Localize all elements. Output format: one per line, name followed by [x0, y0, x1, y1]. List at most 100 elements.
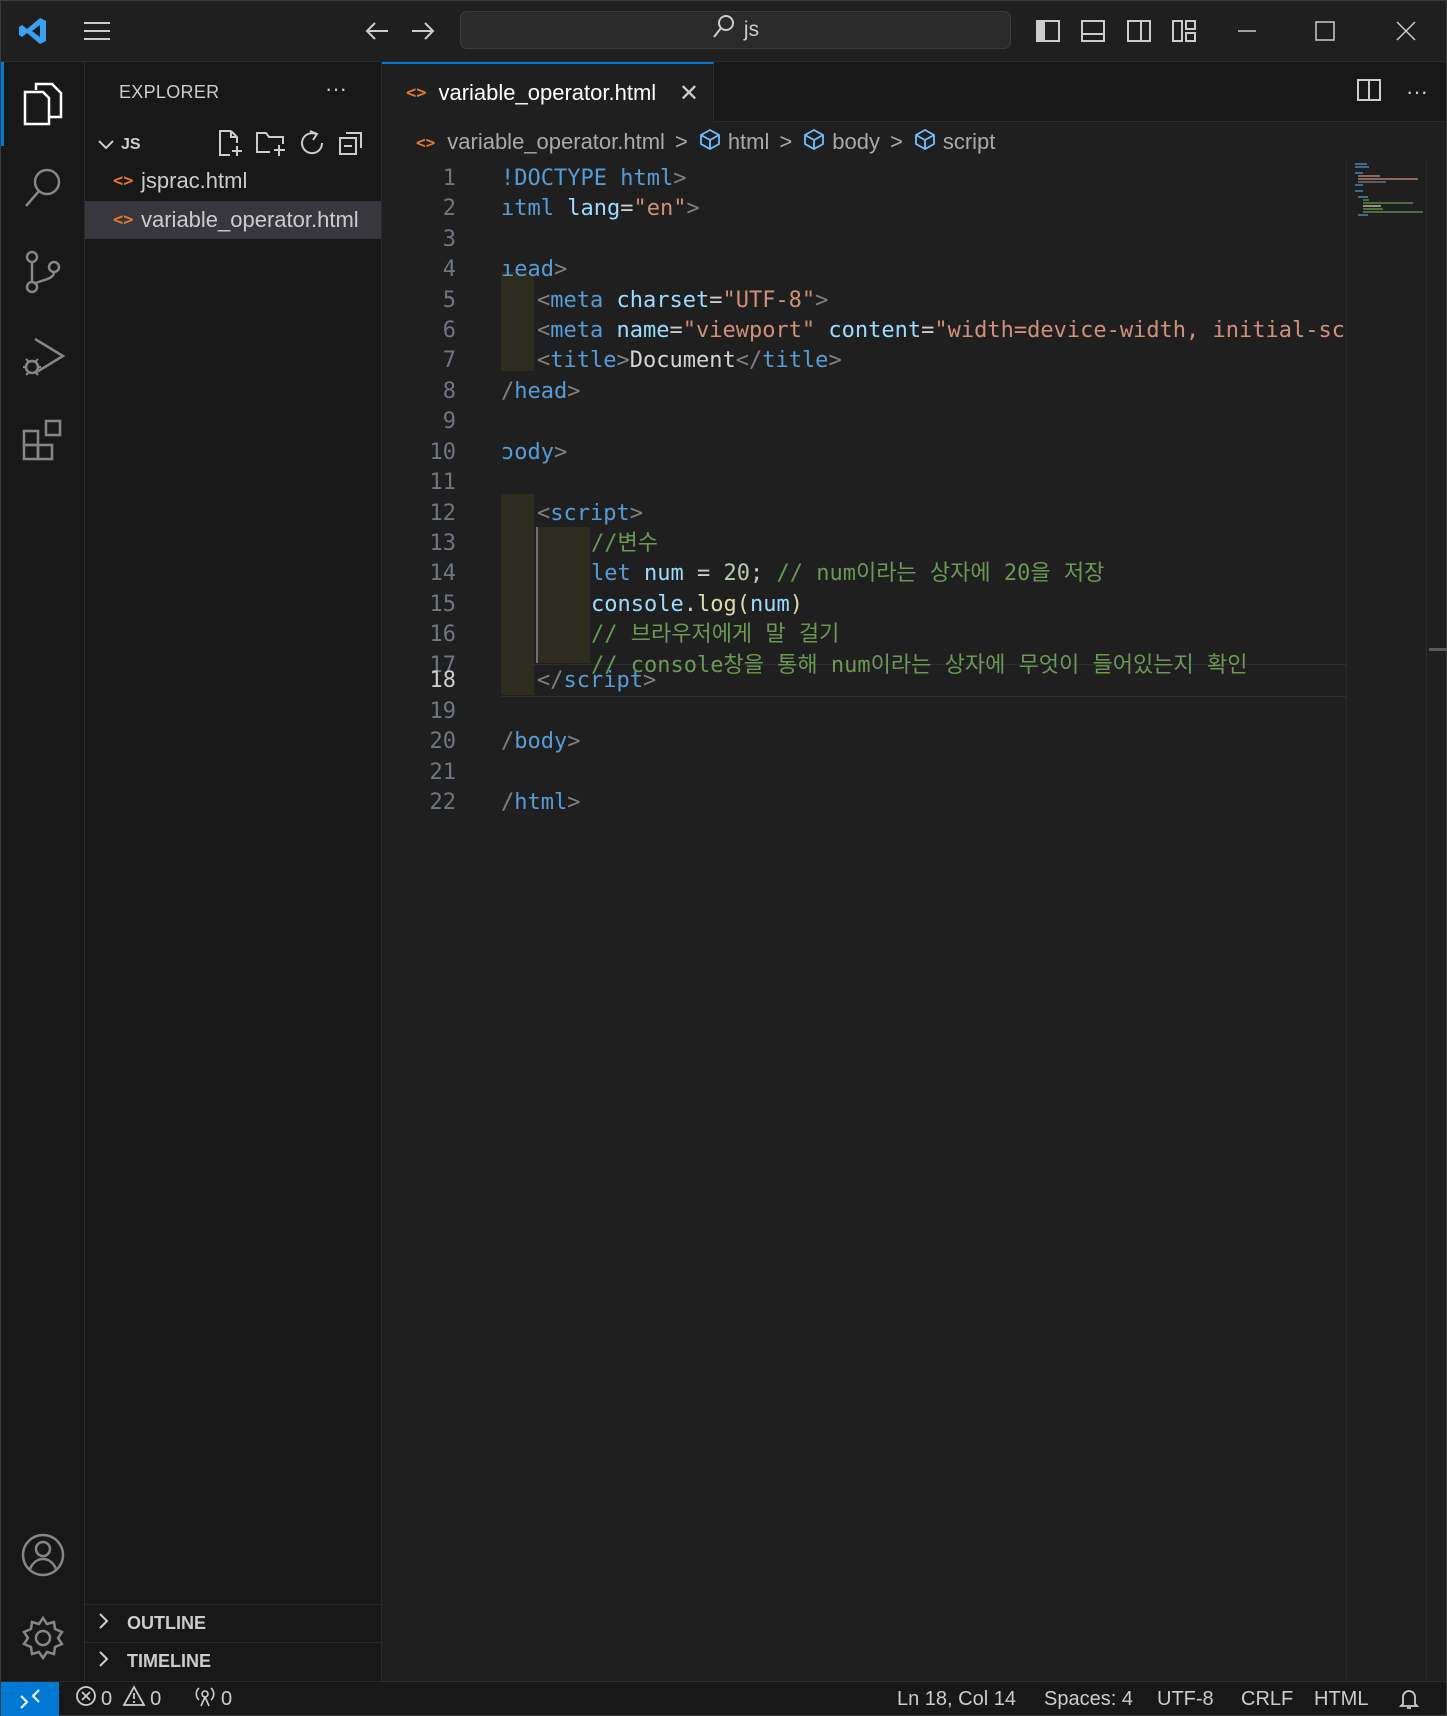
breadcrumb-html[interactable]: html	[728, 129, 770, 155]
explorer-sidebar: EXPLORER ··· JS <> jsprac.html <> variab…	[85, 62, 382, 1681]
code-line: 11	[429, 470, 457, 495]
extensions-icon[interactable]	[1, 398, 85, 482]
code-line: 3	[442, 227, 456, 252]
html-file-icon: <>	[416, 132, 436, 152]
more-actions-icon[interactable]: ···	[325, 76, 347, 102]
run-debug-icon[interactable]	[1, 314, 85, 398]
chevron-right-icon	[97, 1650, 127, 1673]
code-editor[interactable]: 1 !DOCTYPE html> 2 ıtml lang="en"> 3 4 ı…	[382, 162, 1346, 1582]
html-file-icon: <>	[113, 210, 134, 230]
editor-area: <> variable_operator.html ✕ ··· <> varia…	[382, 62, 1447, 1682]
line-ending[interactable]: CRLF	[1241, 1682, 1293, 1716]
source-control-icon[interactable]	[1, 230, 85, 314]
code-line-current: 18 </script>	[429, 668, 657, 693]
outline-label: OUTLINE	[127, 1612, 206, 1633]
customize-layout-icon[interactable]	[1167, 1, 1201, 61]
warning-icon	[122, 1685, 146, 1713]
search-icon[interactable]	[1, 146, 85, 230]
sidebar-title: EXPLORER	[119, 82, 220, 102]
chevron-right-icon: >	[674, 129, 688, 154]
title-bar: js	[1, 1, 1446, 62]
explorer-icon[interactable]	[1, 62, 85, 146]
code-line: 5 <meta charset="UTF-8">	[442, 288, 829, 313]
symbol-icon	[698, 128, 722, 156]
language-mode[interactable]: HTML	[1314, 1682, 1368, 1716]
notifications-bell-icon[interactable]	[1397, 1682, 1421, 1716]
file-name: jsprac.html	[141, 168, 248, 193]
code-line: 1 !DOCTYPE html>	[442, 166, 687, 191]
html-file-icon: <>	[406, 83, 427, 103]
ports-indicator[interactable]: 0	[193, 1682, 232, 1716]
new-folder-icon[interactable]	[255, 128, 287, 163]
editor-actions: ···	[1356, 62, 1428, 122]
command-center-search[interactable]: js	[460, 11, 1011, 49]
breadcrumb: <> variable_operator.html > html > body …	[382, 122, 1446, 162]
collapse-all-icon[interactable]	[337, 128, 367, 163]
manage-gear-icon[interactable]	[1, 1596, 85, 1680]
symbol-icon	[913, 128, 937, 156]
ports-count: 0	[221, 1687, 233, 1710]
code-line: 13 //변수	[429, 531, 658, 556]
refresh-icon[interactable]	[297, 128, 327, 163]
code-line: 15 console.log(num)	[429, 592, 803, 617]
new-file-icon[interactable]	[215, 128, 245, 163]
status-bar: 0 0 0 Ln 18, Col 14 Spaces: 4 UTF-8 CRLF…	[1, 1681, 1446, 1716]
vscode-logo-icon	[11, 1, 55, 61]
code-line: 12 <script>	[429, 501, 643, 526]
folder-name: JS	[121, 136, 141, 153]
split-editor-icon[interactable]	[1356, 77, 1382, 108]
code-line: 21	[429, 760, 457, 785]
activity-bar	[1, 62, 85, 1681]
maximize-icon[interactable]	[1305, 1, 1345, 61]
vertical-scrollbar[interactable]	[1426, 162, 1447, 1682]
outline-section[interactable]: OUTLINE	[85, 1604, 381, 1641]
menu-icon[interactable]	[77, 1, 117, 61]
search-text: js	[743, 18, 760, 41]
folder-header[interactable]: JS	[85, 128, 381, 162]
close-window-icon[interactable]	[1386, 1, 1426, 61]
tab-variable-operator[interactable]: <> variable_operator.html ✕	[382, 62, 714, 122]
breadcrumb-file[interactable]: variable_operator.html	[447, 129, 665, 155]
more-actions-icon[interactable]: ···	[1406, 79, 1428, 105]
code-line: 20 /body>	[429, 729, 581, 754]
search-icon	[712, 14, 736, 46]
code-line: 2 ıtml lang="en">	[442, 196, 700, 221]
code-line: 10 ɔody>	[429, 440, 568, 465]
symbol-icon	[802, 128, 826, 156]
accounts-icon[interactable]	[1, 1513, 85, 1597]
minimap[interactable]	[1346, 162, 1426, 1682]
back-arrow-icon[interactable]	[359, 1, 395, 61]
code-line: 22 /html>	[429, 790, 581, 815]
error-icon	[75, 1685, 97, 1713]
breadcrumb-script[interactable]: script	[943, 129, 996, 155]
cursor-position[interactable]: Ln 18, Col 14	[897, 1682, 1016, 1716]
remote-indicator-icon[interactable]	[1, 1682, 59, 1716]
toggle-secondary-sidebar-icon[interactable]	[1122, 1, 1156, 61]
toggle-primary-sidebar-icon[interactable]	[1031, 1, 1065, 61]
code-line: 4 ıead>	[442, 257, 568, 282]
error-count: 0	[101, 1687, 113, 1710]
code-line: 14 let num = 20; // num이라는 상자에 20을 저장	[429, 561, 1105, 586]
close-tab-icon[interactable]: ✕	[679, 79, 699, 108]
timeline-section[interactable]: TIMELINE	[85, 1642, 381, 1679]
encoding[interactable]: UTF-8	[1157, 1682, 1214, 1716]
chevron-down-icon	[97, 138, 115, 152]
forward-arrow-icon[interactable]	[405, 1, 441, 61]
timeline-label: TIMELINE	[127, 1650, 211, 1671]
file-item-jsprac[interactable]: <> jsprac.html	[85, 162, 381, 200]
warning-count: 0	[150, 1687, 162, 1710]
code-line: 16 // 브라우저에게 말 걸기	[429, 622, 840, 647]
minimize-icon[interactable]	[1227, 1, 1267, 61]
code-line: 6 <meta name="viewport" content="width=d…	[442, 318, 1345, 343]
html-file-icon: <>	[113, 171, 134, 191]
file-item-variable-operator[interactable]: <> variable_operator.html	[85, 201, 381, 239]
problems-indicator[interactable]: 0 0	[75, 1682, 161, 1716]
code-line: 8 /head>	[442, 379, 581, 404]
code-line: 19	[429, 699, 457, 724]
toggle-panel-icon[interactable]	[1076, 1, 1110, 61]
indentation[interactable]: Spaces: 4	[1044, 1682, 1133, 1716]
tab-bar: <> variable_operator.html ✕ ···	[382, 62, 1446, 122]
tab-label: variable_operator.html	[438, 80, 657, 105]
chevron-right-icon	[97, 1612, 127, 1635]
breadcrumb-body[interactable]: body	[832, 129, 880, 155]
